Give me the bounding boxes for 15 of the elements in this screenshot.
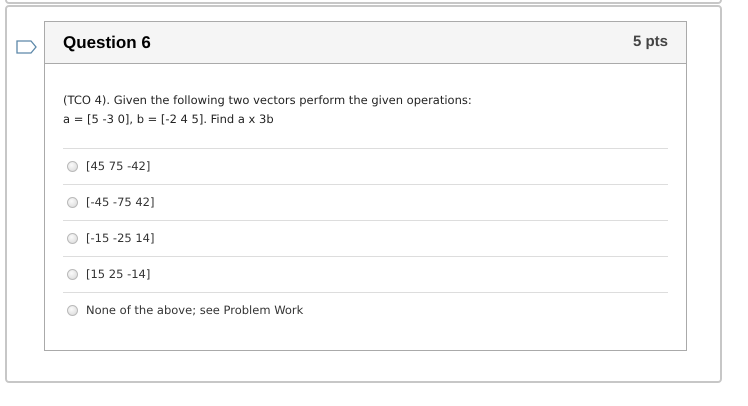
answer-label[interactable]: [45 75 -42] xyxy=(86,158,150,176)
answer-label[interactable]: [15 25 -14] xyxy=(86,266,150,284)
question-title: Question 6 xyxy=(63,32,151,54)
answer-label[interactable]: [-15 -25 14] xyxy=(86,230,154,248)
radio-button[interactable] xyxy=(67,233,78,244)
answer-label[interactable]: [-45 -75 42] xyxy=(86,194,154,212)
flag-icon[interactable] xyxy=(16,40,37,54)
radio-button[interactable] xyxy=(67,197,78,208)
question-text: a = [5 -3 0], b = [-2 4 5]. Find a x 3b xyxy=(63,111,275,128)
radio-button[interactable] xyxy=(67,161,78,172)
radio-button[interactable] xyxy=(67,269,78,280)
question-text: (TCO 4). Given the following two vectors perform the given operations: xyxy=(63,92,473,109)
radio-button[interactable] xyxy=(67,305,78,316)
answer-label[interactable]: None of the above; see Problem Work xyxy=(86,302,304,320)
points-label: 5 pts xyxy=(632,32,668,52)
